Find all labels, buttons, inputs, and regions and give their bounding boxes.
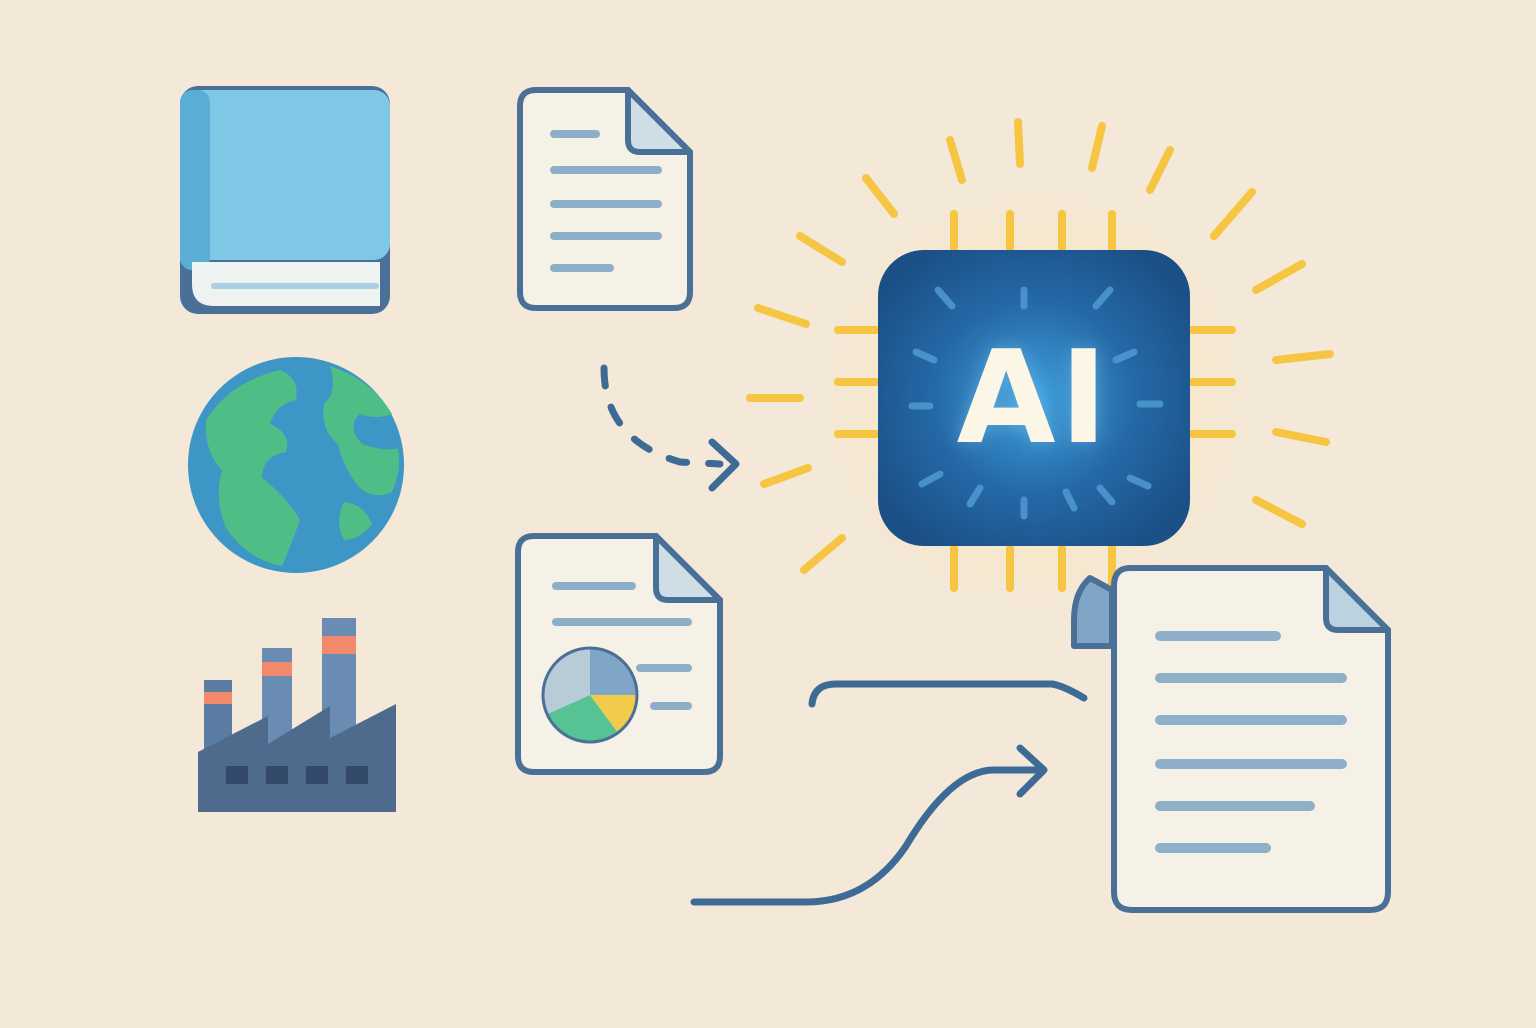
- book-icon: [180, 86, 390, 314]
- globe-icon: [188, 357, 404, 573]
- chart-report-icon: [515, 533, 723, 775]
- ai-chip-icon: [878, 250, 1190, 546]
- ai-document-diagram: AI: [0, 0, 1536, 1024]
- factory-icon: [198, 618, 396, 812]
- document-icon: [517, 87, 693, 311]
- pie-chart: [541, 646, 639, 744]
- flow-line: [808, 680, 1088, 708]
- dashed-arrow: [600, 364, 740, 492]
- output-document-icon: [1071, 565, 1391, 913]
- curved-arrow: [690, 744, 1048, 906]
